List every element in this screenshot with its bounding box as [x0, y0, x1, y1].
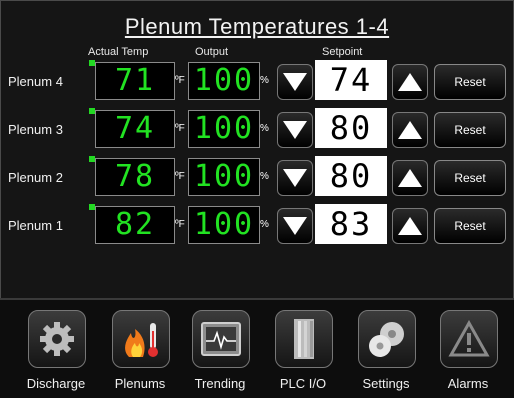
- actual-temp-display: 82: [95, 206, 175, 244]
- column-header-output: Output: [195, 46, 229, 58]
- setpoint-display: 83: [315, 204, 387, 244]
- setpoint-increase-button[interactable]: [392, 64, 428, 100]
- plenum-row: Plenum 2 78 ºF 100 % 80 Reset: [0, 154, 514, 200]
- flame-thermometer-icon: [112, 310, 170, 368]
- arrow-up-icon: [398, 121, 422, 139]
- column-header-actual-temp: Actual Temp: [88, 46, 149, 58]
- actual-temp-display: 71: [95, 62, 175, 100]
- column-header-setpoint: Setpoint: [322, 46, 363, 58]
- nav-plenums[interactable]: Plenums: [100, 310, 180, 396]
- arrow-down-icon: [283, 73, 307, 91]
- setpoint-display: 80: [315, 156, 387, 196]
- nav-plc-io[interactable]: PLC I/O: [263, 310, 343, 396]
- plenum-label: Plenum 1: [8, 218, 63, 233]
- arrow-up-icon: [398, 73, 422, 91]
- plenum-row: Plenum 3 74 ºF 100 % 80 Reset: [0, 106, 514, 152]
- nav-label: Alarms: [447, 376, 489, 391]
- nav-alarms[interactable]: Alarms: [428, 310, 508, 396]
- plenum-row: Plenum 4 71 ºF 100 % 74 Reset: [0, 58, 514, 104]
- gear-icon: [28, 310, 86, 368]
- setpoint-decrease-button[interactable]: [277, 64, 313, 100]
- plenum-label: Plenum 4: [8, 74, 63, 89]
- percent-unit: %: [260, 219, 269, 230]
- plenum-label: Plenum 2: [8, 170, 63, 185]
- arrow-down-icon: [283, 169, 307, 187]
- setpoint-increase-button[interactable]: [392, 208, 428, 244]
- percent-unit: %: [260, 123, 269, 134]
- nav-label: Discharge: [26, 376, 86, 391]
- arrow-up-icon: [398, 217, 422, 235]
- nav-settings[interactable]: Settings: [346, 310, 426, 396]
- plc-rack-icon: [275, 310, 333, 368]
- setpoint-display: 74: [315, 60, 387, 100]
- reset-button[interactable]: Reset: [434, 112, 506, 148]
- percent-unit: %: [260, 171, 269, 182]
- percent-unit: %: [260, 75, 269, 86]
- nav-label: Trending: [194, 376, 246, 391]
- output-display: 100: [188, 62, 260, 100]
- actual-temp-display: 78: [95, 158, 175, 196]
- temp-unit: ºF: [175, 123, 185, 134]
- output-display: 100: [188, 110, 260, 148]
- warning-icon: [440, 310, 498, 368]
- setpoint-increase-button[interactable]: [392, 160, 428, 196]
- actual-temp-display: 74: [95, 110, 175, 148]
- nav-label: PLC I/O: [279, 376, 327, 391]
- setpoint-decrease-button[interactable]: [277, 160, 313, 196]
- reset-button[interactable]: Reset: [434, 64, 506, 100]
- temp-unit: ºF: [175, 171, 185, 182]
- trend-monitor-icon: [192, 310, 250, 368]
- page-title: Plenum Temperatures 1-4: [124, 14, 390, 39]
- arrow-down-icon: [283, 121, 307, 139]
- temp-unit: ºF: [175, 75, 185, 86]
- reset-button[interactable]: Reset: [434, 208, 506, 244]
- nav-trending[interactable]: Trending: [180, 310, 260, 396]
- bottom-nav: Discharge Plenums Trending PLC I/O Setti…: [0, 298, 514, 398]
- nav-label: Settings: [362, 376, 410, 391]
- reset-button[interactable]: Reset: [434, 160, 506, 196]
- plenum-label: Plenum 3: [8, 122, 63, 137]
- nav-label: Plenums: [114, 376, 166, 391]
- output-display: 100: [188, 206, 260, 244]
- temp-unit: ºF: [175, 219, 185, 230]
- setpoint-decrease-button[interactable]: [277, 112, 313, 148]
- output-display: 100: [188, 158, 260, 196]
- nav-discharge[interactable]: Discharge: [16, 310, 96, 396]
- setpoint-decrease-button[interactable]: [277, 208, 313, 244]
- arrow-down-icon: [283, 217, 307, 235]
- setpoint-display: 80: [315, 108, 387, 148]
- settings-icon: [358, 310, 416, 368]
- arrow-up-icon: [398, 169, 422, 187]
- plenum-row: Plenum 1 82 ºF 100 % 83 Reset: [0, 202, 514, 248]
- setpoint-increase-button[interactable]: [392, 112, 428, 148]
